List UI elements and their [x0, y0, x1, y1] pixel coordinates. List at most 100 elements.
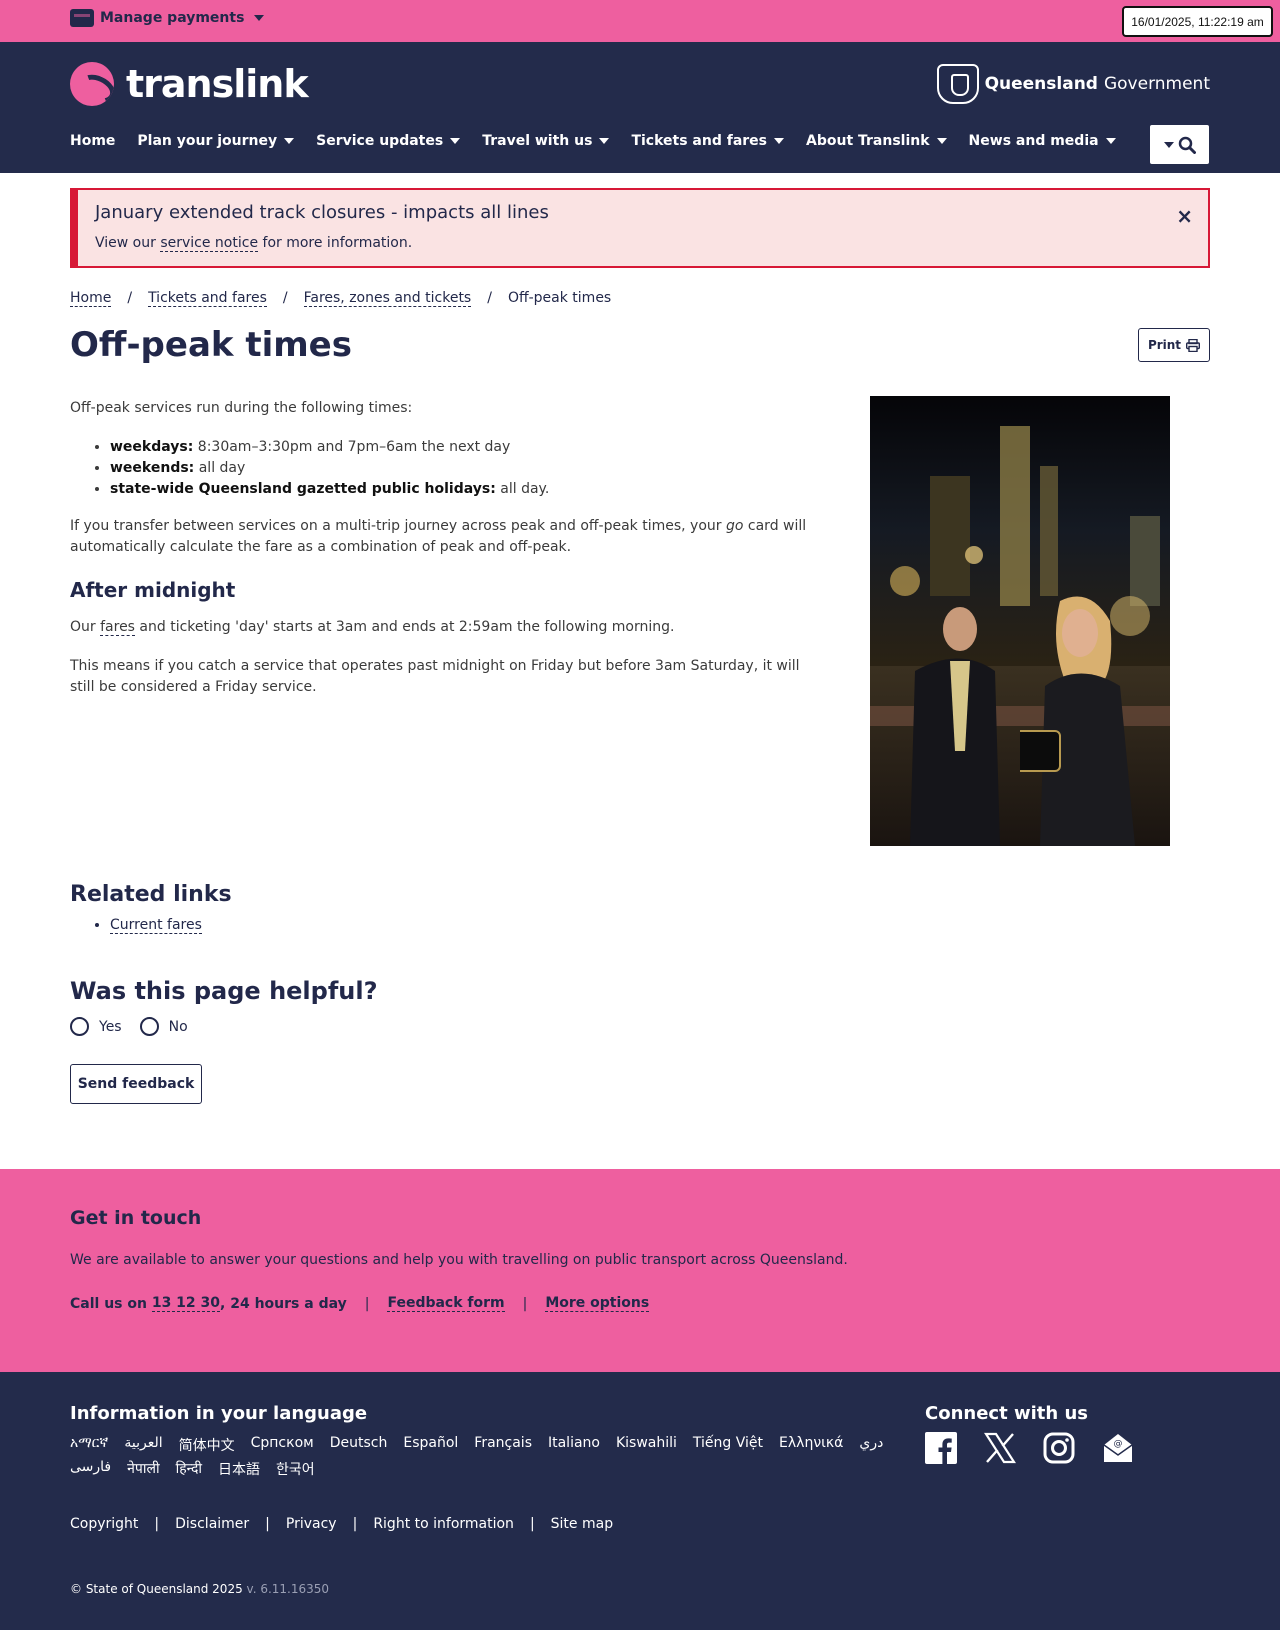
current-fares-link[interactable]: Current fares [110, 917, 202, 934]
x-icon[interactable] [984, 1432, 1016, 1464]
manage-payments-label: Manage payments [100, 10, 245, 26]
date-time-display: 16/01/2025, 11:22:19 am [1122, 6, 1273, 37]
nav-plan-your-journey[interactable]: Plan your journey [137, 128, 295, 154]
language-link[interactable]: Tiếng Việt [693, 1435, 763, 1455]
main-nav: Home Plan your journey Service updates T… [70, 128, 1138, 154]
feedback-form-link[interactable]: Feedback form [387, 1295, 505, 1312]
language-link[interactable]: 简体中文 [179, 1435, 235, 1455]
phone-link[interactable]: 13 12 30 [151, 1295, 221, 1312]
language-link[interactable]: 日本語 [218, 1459, 260, 1479]
related-links-list: Current fares [110, 917, 232, 934]
footer-links: Copyright | Disclaimer | Privacy | Right… [70, 1516, 613, 1532]
nav-travel-with-us[interactable]: Travel with us [482, 128, 610, 154]
top-bar: Manage payments 16/01/2025, 11:22:19 am [0, 0, 1280, 42]
chevron-down-icon [599, 138, 610, 144]
language-link[interactable]: አማርኛ [70, 1435, 108, 1455]
fares-link[interactable]: fares [100, 619, 135, 636]
alert-text-after: for more information. [258, 235, 413, 251]
search-toggle-button[interactable] [1150, 125, 1209, 164]
language-link[interactable]: دري [859, 1435, 883, 1455]
print-button[interactable]: Print [1138, 328, 1210, 362]
language-link[interactable]: Deutsch [330, 1435, 388, 1455]
friday-text: This means if you catch a service that o… [70, 658, 800, 695]
language-link[interactable]: हिन्दी [176, 1459, 202, 1479]
call-suffix: , 24 hours a day [220, 1295, 347, 1312]
list-item: Current fares [110, 917, 232, 934]
language-link[interactable]: فارسی [70, 1459, 111, 1479]
helpful-options: Yes No [70, 1017, 378, 1036]
right-to-information-link[interactable]: Right to information [373, 1516, 514, 1532]
list-term: weekends: [110, 460, 195, 476]
alert-text-before: View our [95, 235, 161, 251]
email-icon[interactable]: @ [1102, 1432, 1134, 1464]
send-feedback-button[interactable]: Send feedback [70, 1064, 202, 1104]
close-icon[interactable]: × [1176, 204, 1193, 228]
language-link[interactable]: Italiano [548, 1435, 600, 1455]
get-in-touch-section: Get in touch We are available to answer … [0, 1169, 1280, 1372]
call-prefix: Call us on [70, 1295, 152, 1312]
off-peak-list: weekdays: 8:30am–3:30pm and 7pm–6am the … [110, 437, 810, 500]
couple-night-photo [870, 396, 1170, 846]
list-term: weekdays: [110, 439, 194, 455]
nav-about-translink[interactable]: About Translink [806, 128, 947, 154]
language-link[interactable]: Français [474, 1435, 532, 1455]
fares-text-a: Our [70, 619, 101, 635]
chevron-down-icon [1105, 138, 1116, 144]
list-item: weekdays: 8:30am–3:30pm and 7pm–6am the … [110, 437, 810, 458]
nav-service-updates[interactable]: Service updates [316, 128, 461, 154]
instagram-icon[interactable] [1043, 1432, 1075, 1464]
breadcrumb-fares-zones-tickets[interactable]: Fares, zones and tickets [303, 290, 472, 307]
site-map-link[interactable]: Site map [551, 1516, 613, 1532]
list-desc: all day [194, 460, 246, 476]
transfer-text: If you transfer between services on a mu… [70, 516, 810, 558]
manage-payments-menu[interactable]: Manage payments [70, 9, 265, 27]
service-notice-link[interactable]: service notice [160, 235, 259, 252]
separator: | [154, 1516, 160, 1532]
nav-label: Service updates [316, 133, 444, 149]
queensland-government-logo[interactable]: Queensland Government [936, 64, 1210, 104]
nav-label: Home [70, 133, 116, 149]
page-feedback: Was this page helpful? Yes No Send feedb… [70, 977, 378, 1104]
breadcrumb-current: Off-peak times [507, 290, 612, 306]
chevron-down-icon [774, 138, 784, 144]
list-item: state-wide Queensland gazetted public ho… [110, 479, 810, 500]
language-link[interactable]: Ελληνικά [779, 1435, 843, 1455]
disclaimer-link[interactable]: Disclaimer [175, 1516, 249, 1532]
separator: | [364, 1295, 370, 1312]
chevron-down-icon [254, 15, 265, 21]
breadcrumb-separator: / [282, 290, 288, 306]
gov-bold-text: Queensland [984, 74, 1098, 94]
no-label: No [168, 1018, 188, 1035]
translink-logo-icon [70, 62, 114, 106]
intro-text: Off-peak services run during the followi… [70, 400, 413, 416]
language-links: አማርኛ العربية 简体中文 Српском Deutsch Españo… [70, 1435, 890, 1479]
breadcrumb: Home / Tickets and fares / Fares, zones … [70, 290, 611, 307]
translink-logo[interactable]: translink [70, 62, 309, 106]
related-links-heading: Related links [70, 882, 232, 907]
separator: | [522, 1295, 528, 1312]
list-desc: 8:30am–3:30pm and 7pm–6am the next day [193, 439, 511, 455]
no-radio[interactable] [139, 1017, 159, 1036]
social-links: @ [925, 1432, 1134, 1464]
language-link[interactable]: नेपाली [127, 1459, 159, 1479]
privacy-link[interactable]: Privacy [286, 1516, 337, 1532]
nav-news-and-media[interactable]: News and media [969, 128, 1116, 154]
facebook-icon[interactable] [925, 1432, 957, 1464]
yes-radio[interactable] [70, 1017, 89, 1036]
copyright-link[interactable]: Copyright [70, 1516, 138, 1532]
language-link[interactable]: 한국어 [276, 1459, 315, 1479]
coat-of-arms-icon [936, 64, 979, 104]
nav-tickets-and-fares[interactable]: Tickets and fares [631, 128, 784, 154]
separator: | [529, 1516, 535, 1532]
svg-text:@: @ [1114, 1439, 1123, 1449]
fares-text: Our fares and ticketing 'day' starts at … [70, 617, 810, 638]
language-link[interactable]: Español [403, 1435, 458, 1455]
breadcrumb-tickets-and-fares[interactable]: Tickets and fares [148, 290, 267, 307]
search-icon [1178, 136, 1196, 154]
language-link[interactable]: العربية [124, 1435, 162, 1455]
language-link[interactable]: Kiswahili [616, 1435, 677, 1455]
breadcrumb-home[interactable]: Home [70, 290, 112, 307]
more-options-link[interactable]: More options [545, 1295, 650, 1312]
nav-home[interactable]: Home [70, 128, 115, 154]
language-link[interactable]: Српском [251, 1435, 314, 1455]
